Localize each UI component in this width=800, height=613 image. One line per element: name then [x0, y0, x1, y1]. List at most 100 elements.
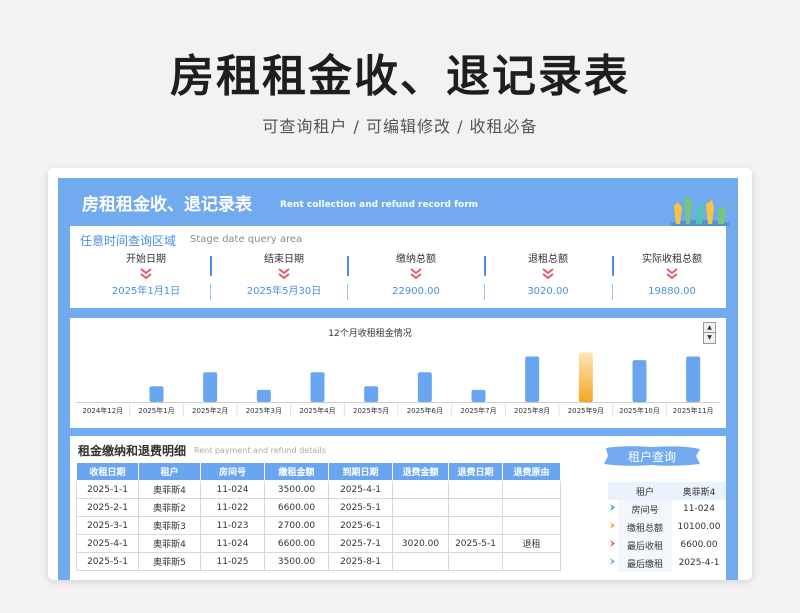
tenant-row: 缴租总额 10100.00 [608, 518, 726, 536]
column-header[interactable]: 到期日期 [328, 462, 393, 481]
column-header[interactable]: 收租日期 [76, 462, 139, 481]
table-cell[interactable] [392, 516, 449, 535]
chevron-teal-icon [608, 500, 618, 518]
metric-actual-total: 实际收租总额 19880.00 [604, 252, 740, 300]
chart-bar [471, 389, 486, 402]
table-cell[interactable] [502, 516, 561, 535]
table-cell[interactable]: 11-023 [200, 516, 265, 535]
chart-bar [310, 372, 325, 402]
column-header[interactable]: 租户 [138, 462, 201, 481]
table-cell[interactable]: 奥菲斯2 [138, 498, 201, 517]
metric-value[interactable]: 2025年5月30日 [216, 284, 352, 300]
metric-label: 开始日期 [126, 254, 166, 265]
table-cell[interactable]: 退租 [502, 534, 561, 553]
table-cell[interactable] [502, 552, 561, 571]
tenant-key: 房间号 [618, 500, 672, 518]
spreadsheet-card: 房租租金收、退记录表 Rent collection and refund re… [48, 168, 752, 580]
tenant-key: 租户 [618, 482, 672, 500]
chevron-down-icon [348, 268, 484, 282]
metric-value: 3020.00 [527, 286, 569, 297]
table-cell[interactable]: 奥菲斯4 [138, 534, 201, 553]
chevron-down-icon [480, 268, 616, 282]
tenant-select[interactable]: 奥菲斯4 [672, 482, 726, 500]
chart-bar [203, 372, 218, 402]
tenant-query-label: 租户查询 [627, 450, 676, 464]
table-cell[interactable]: 6600.00 [264, 498, 329, 517]
table-cell[interactable] [502, 480, 561, 499]
metric-start-date[interactable]: 开始日期 2025年1月1日 [78, 252, 214, 300]
chart-bar [149, 386, 164, 402]
table-row: 2025-5-1 奥菲斯5 11-025 3500.00 2025-8-1 [76, 552, 561, 571]
metric-end-date[interactable]: 结束日期 2025年5月30日 [216, 252, 352, 300]
column-header[interactable]: 退费原由 [502, 462, 561, 481]
query-title: 任意时间查询区域 [80, 234, 177, 248]
table-cell[interactable]: 11-025 [200, 552, 265, 571]
x-tick-label: 2025年9月 [568, 406, 604, 415]
table-cell[interactable]: 2025-1-1 [76, 480, 139, 499]
table-cell[interactable]: 奥菲斯3 [138, 516, 201, 535]
table-cell[interactable]: 奥菲斯4 [138, 480, 201, 499]
table-cell[interactable]: 11-024 [200, 480, 265, 499]
column-header[interactable]: 退费日期 [448, 462, 503, 481]
x-tick-label: 2025年8月 [514, 406, 550, 415]
table-cell[interactable]: 2025-5-1 [328, 498, 393, 517]
chevron-orange-icon [608, 518, 618, 536]
table-cell[interactable]: 2025-2-1 [76, 498, 139, 517]
metric-value[interactable]: 2025年1月1日 [78, 284, 214, 300]
chart-bar [417, 372, 432, 402]
detail-title: 租金缴纳和退费明细 [78, 444, 187, 458]
table-cell[interactable]: 2025-5-1 [448, 534, 503, 553]
tenant-query-button[interactable]: 租户查询 [602, 444, 702, 468]
table-cell[interactable] [448, 498, 503, 517]
x-tick-label: 2025年6月 [407, 406, 443, 415]
table-cell[interactable]: 11-024 [200, 534, 265, 553]
table-cell[interactable] [392, 480, 449, 499]
table-cell[interactable]: 2025-7-1 [328, 534, 393, 553]
x-tick-label: 2025年7月 [460, 406, 496, 415]
banner-subtitle: Rent collection and refund record form [280, 200, 479, 210]
table-row: 2025-4-1 奥菲斯4 11-024 6600.00 2025-7-1 30… [76, 534, 561, 553]
metric-value: 19880.00 [648, 286, 696, 297]
x-tick-label: 2025年3月 [246, 406, 282, 415]
column-header[interactable]: 缴租金额 [264, 462, 329, 481]
table-cell[interactable]: 6600.00 [264, 534, 329, 553]
table-cell[interactable] [448, 552, 503, 571]
table-cell[interactable]: 2025-8-1 [328, 552, 393, 571]
tenant-value: 10100.00 [677, 522, 721, 532]
spinner-down-icon[interactable]: ▼ [704, 333, 715, 343]
table-cell[interactable] [448, 480, 503, 499]
metric-label: 退租总额 [528, 254, 568, 265]
column-header[interactable]: 房间号 [200, 462, 265, 481]
table-cell[interactable]: 2025-5-1 [76, 552, 139, 571]
table-cell[interactable] [448, 516, 503, 535]
table-cell[interactable]: 3500.00 [264, 552, 329, 571]
table-cell[interactable] [502, 498, 561, 517]
x-tick-label: 2025年5月 [353, 406, 389, 415]
table-cell[interactable]: 2700.00 [264, 516, 329, 535]
column-header[interactable]: 退费金额 [392, 462, 449, 481]
table-cell[interactable]: 2025-6-1 [328, 516, 393, 535]
query-subtitle: Stage date query area [190, 234, 303, 245]
chart-bar [364, 386, 379, 402]
metric-label: 结束日期 [264, 254, 304, 265]
table-cell[interactable] [392, 552, 449, 571]
chart-panel: 2024年12月 2025年1月 2025年2月 2025年3月 2025年4月 2025… [70, 318, 726, 428]
month-spinner[interactable]: ▲ ▼ [703, 322, 716, 344]
table-cell[interactable]: 2025-3-1 [76, 516, 139, 535]
metric-label: 缴纳总额 [396, 254, 436, 265]
detail-table: 收租日期 租户 房间号 缴租金额 到期日期 退费金额 退费日期 退费原由 202… [76, 462, 561, 571]
chart-title: 12个月收租租金情况 [328, 329, 412, 339]
table-cell[interactable]: 3020.00 [392, 534, 449, 553]
table-row: 2025-1-1 奥菲斯4 11-024 3500.00 2025-4-1 [76, 480, 561, 499]
table-cell[interactable]: 2025-4-1 [328, 480, 393, 499]
detail-subtitle: Rent payment and refund details [194, 446, 326, 455]
chevron-blue-icon [608, 554, 618, 572]
spinner-up-icon[interactable]: ▲ [704, 323, 715, 333]
tenant-row: 最后收租 6600.00 [608, 536, 726, 554]
table-cell[interactable]: 奥菲斯5 [138, 552, 201, 571]
table-cell[interactable]: 2025-4-1 [76, 534, 139, 553]
table-cell[interactable]: 3500.00 [264, 480, 329, 499]
table-cell[interactable]: 11-022 [200, 498, 265, 517]
table-cell[interactable] [392, 498, 449, 517]
table-row: 2025-3-1 奥菲斯3 11-023 2700.00 2025-6-1 [76, 516, 561, 535]
